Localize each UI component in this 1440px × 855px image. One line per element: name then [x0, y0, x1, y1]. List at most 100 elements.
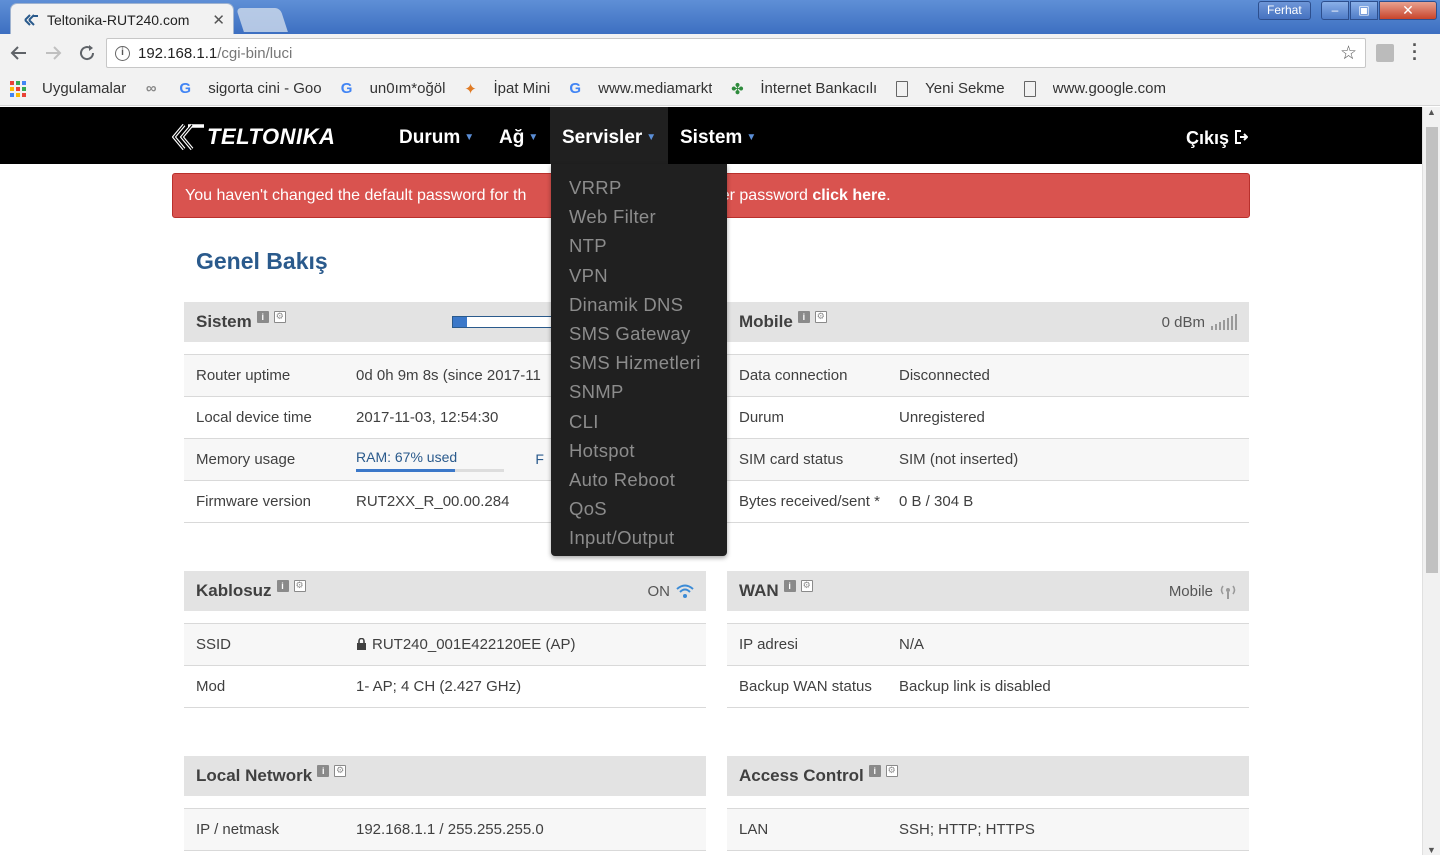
- lock-icon: [357, 637, 366, 650]
- bookmark-label: un0ım*oğöl: [369, 80, 446, 97]
- menu-item-vpn[interactable]: VPN: [551, 261, 727, 290]
- settings-gear-icon[interactable]: ⚙: [800, 580, 813, 592]
- apps-grid-icon: [10, 80, 26, 97]
- address-bar[interactable]: i 192.168.1.1/cgi-bin/luci ☆: [106, 38, 1366, 68]
- settings-gear-icon[interactable]: ⚙: [273, 311, 286, 323]
- menu-item-input-output[interactable]: Input/Output: [551, 523, 727, 552]
- panel-table: SSID RUT240_001E422120EE (AP) Mod 1- AP; 4…: [184, 623, 706, 708]
- menu-item-hotspot[interactable]: Hotspot: [551, 436, 727, 465]
- menu-item-snmp[interactable]: SNMP: [551, 377, 727, 406]
- teltonika-favicon-icon: [24, 13, 38, 26]
- google-icon: G: [179, 80, 192, 97]
- row-value: SSH; HTTP; HTTPS: [899, 821, 1035, 838]
- info-icon[interactable]: i: [317, 765, 330, 777]
- info-icon[interactable]: i: [276, 580, 289, 592]
- row-value: 1- AP; 4 CH (2.427 GHz): [356, 678, 522, 695]
- menu-item-cli[interactable]: CLI: [551, 407, 727, 436]
- menu-item-dinamik-dns[interactable]: Dinamik DNS: [551, 290, 727, 319]
- pdf-extension-icon[interactable]: [1376, 44, 1394, 62]
- menu-item-auto-reboot[interactable]: Auto Reboot: [551, 465, 727, 494]
- router-header: TELTONIKA Durum ▼ Ağ ▼ Servisler ▼ Sistem ▼ …: [0, 107, 1422, 164]
- settings-gear-icon[interactable]: ⚙: [885, 765, 898, 777]
- bookmark-apps[interactable]: Uygulamalar: [10, 80, 126, 97]
- menu-item-vrrp[interactable]: VRRP: [551, 173, 727, 202]
- alert-link[interactable]: click here: [812, 187, 886, 204]
- table-row: Mod 1- AP; 4 CH (2.427 GHz): [184, 666, 706, 708]
- menu-durum[interactable]: Durum ▼: [387, 107, 486, 164]
- window-maximize-button[interactable]: ▣: [1350, 1, 1378, 20]
- bookmark-ipat[interactable]: ✦ İpat Mini: [461, 80, 550, 98]
- menu-item-web-filter[interactable]: Web Filter: [551, 202, 727, 231]
- table-row: LAN SSH; HTTP; HTTPS: [727, 809, 1249, 851]
- signal-value: 0 dBm: [1161, 313, 1205, 331]
- row-value: 0 B / 304 B: [899, 493, 974, 510]
- new-tab-button[interactable]: [236, 8, 288, 32]
- alert-text-start: You haven't changed the default password…: [185, 187, 527, 204]
- reload-icon[interactable]: [72, 38, 102, 68]
- url-path: /cgi-bin/luci: [217, 44, 293, 62]
- info-icon[interactable]: i: [256, 311, 269, 323]
- row-value: 192.168.1.1 / 255.255.255.0: [356, 821, 544, 838]
- panel-header: Mobile i ⚙ 0 dBm: [727, 302, 1249, 342]
- logout-label: Çıkış: [1186, 128, 1230, 148]
- back-arrow-icon[interactable]: [4, 38, 34, 68]
- window-close-button[interactable]: ✕: [1379, 1, 1437, 20]
- scrollbar-thumb[interactable]: [1426, 127, 1438, 573]
- site-info-icon[interactable]: i: [115, 45, 130, 61]
- page-scrollbar[interactable]: ▲ ▼: [1422, 107, 1440, 855]
- bookmark-google[interactable]: www.google.com: [1021, 80, 1166, 98]
- bookmark-star-icon[interactable]: ☆: [1340, 42, 1357, 65]
- tab-close-icon[interactable]: ✕: [212, 11, 225, 29]
- settings-gear-icon[interactable]: ⚙: [814, 311, 827, 323]
- teltonika-logo[interactable]: TELTONIKA: [172, 121, 335, 153]
- menu-label: Sistem: [680, 127, 743, 149]
- bookmark-bankacilik[interactable]: ✤ İnternet Bankacılı: [728, 80, 877, 98]
- browser-tab-active[interactable]: Teltonika-RUT240.com ✕: [10, 3, 234, 35]
- menu-item-ntp[interactable]: NTP: [551, 231, 727, 260]
- caret-down-icon: ▼: [646, 132, 657, 143]
- bookmark-unoim[interactable]: G un0ım*oğöl: [338, 80, 446, 98]
- tab-title: Teltonika-RUT240.com: [47, 11, 190, 28]
- wifi-icon: [676, 584, 694, 598]
- flash-usage-label: F: [535, 451, 544, 467]
- bookmark-yeni-sekme[interactable]: Yeni Sekme: [893, 80, 1005, 98]
- menu-servisler[interactable]: Servisler ▼: [550, 107, 669, 164]
- wan-status: Mobile: [1169, 571, 1237, 611]
- bookmark-sigorta[interactable]: G sigorta cini - Goo: [176, 80, 321, 98]
- menu-sistem[interactable]: Sistem ▼: [668, 107, 768, 164]
- pinwheel-icon: ✦: [464, 80, 477, 98]
- scroll-down-arrow-icon[interactable]: ▼: [1427, 845, 1436, 855]
- panel-header: Access Control i ⚙: [727, 756, 1249, 796]
- table-row: Durum Unregistered: [727, 397, 1249, 439]
- info-icon[interactable]: i: [868, 765, 881, 777]
- window-minimize-button[interactable]: –: [1321, 1, 1349, 20]
- panel-mobile: Mobile i ⚙ 0 dBm Data connection Disconne…: [727, 302, 1249, 523]
- row-key: Firmware version: [196, 493, 312, 510]
- bookmark-link[interactable]: ∞: [142, 80, 160, 98]
- menu-item-sms-hizmetleri[interactable]: SMS Hizmetleri: [551, 348, 727, 377]
- info-icon[interactable]: i: [783, 580, 796, 592]
- forward-arrow-icon[interactable]: [38, 38, 68, 68]
- servisler-dropdown-menu: VRRP Web Filter NTP VPN Dinamik DNS SMS …: [551, 164, 727, 556]
- table-row: SSID RUT240_001E422120EE (AP): [184, 624, 706, 666]
- bookmark-mediamarkt[interactable]: G www.mediamarkt: [566, 80, 712, 98]
- panel-header: WAN i ⚙ Mobile: [727, 571, 1249, 611]
- row-key: Mod: [196, 678, 226, 695]
- settings-gear-icon[interactable]: ⚙: [293, 580, 306, 592]
- row-key: Bytes received/sent *: [739, 493, 880, 510]
- menu-item-sms-gateway[interactable]: SMS Gateway: [551, 319, 727, 348]
- row-key: Router uptime: [196, 367, 291, 384]
- menu-item-qos[interactable]: QoS: [551, 494, 727, 523]
- browser-menu-icon[interactable]: · · ·: [1412, 36, 1418, 68]
- ram-usage-label: RAM: 67% used: [356, 449, 458, 465]
- row-key: Data connection: [739, 367, 848, 384]
- row-key: IP adresi: [739, 636, 798, 653]
- profile-button[interactable]: Ferhat: [1258, 1, 1311, 20]
- settings-gear-icon[interactable]: ⚙: [334, 765, 347, 777]
- row-value: Disconnected: [899, 367, 990, 384]
- info-icon[interactable]: i: [797, 311, 810, 323]
- menu-ag[interactable]: Ağ ▼: [487, 107, 550, 164]
- logout-link[interactable]: Çıkış: [1186, 107, 1249, 164]
- scroll-up-arrow-icon[interactable]: ▲: [1427, 107, 1436, 117]
- bookmark-label: İpat Mini: [493, 80, 551, 97]
